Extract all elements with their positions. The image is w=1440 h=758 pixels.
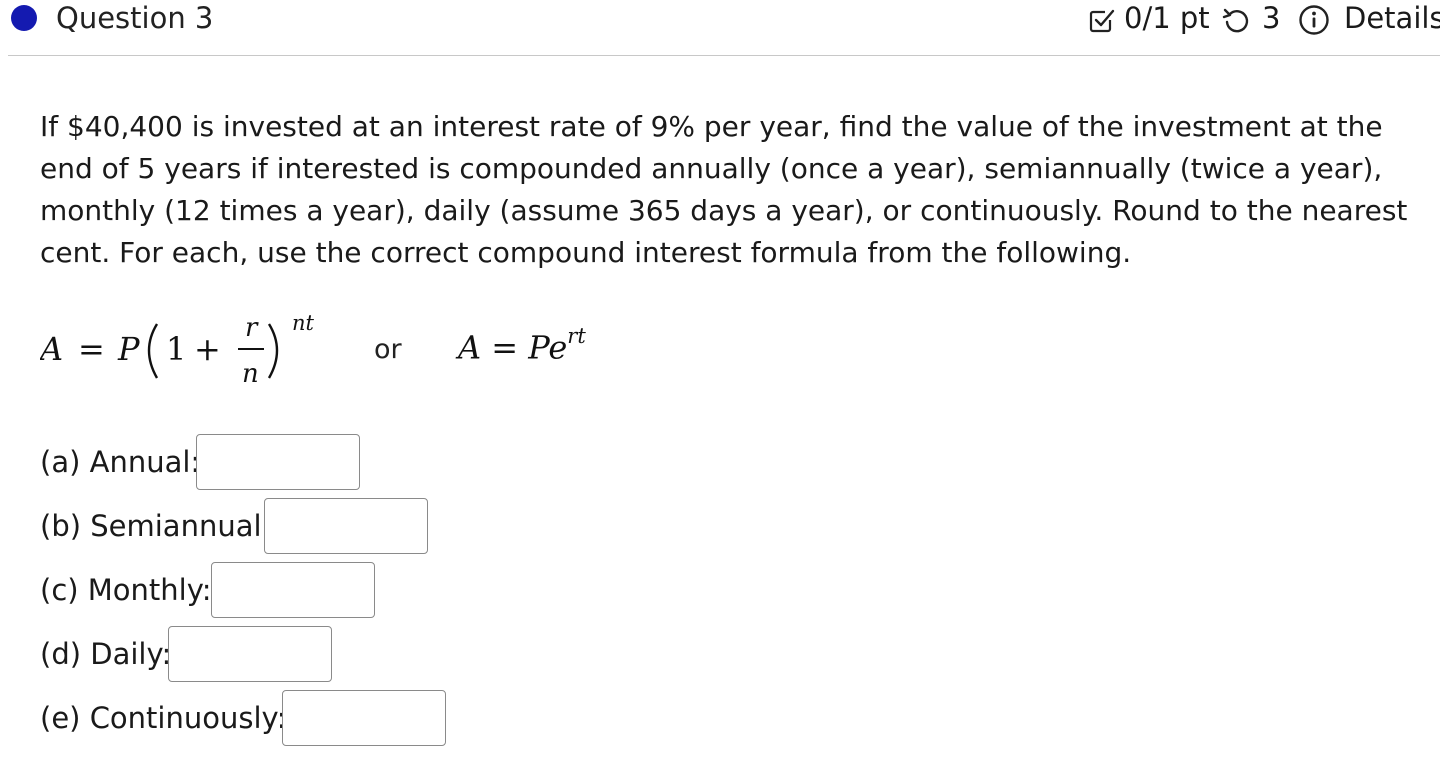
- formula-block: A = P 1 + r n nt or A = Pert: [40, 306, 660, 396]
- left-paren: [147, 323, 159, 379]
- formula2-base: Pe: [528, 328, 568, 367]
- formula-A: A: [40, 330, 63, 368]
- question-status-dot: [11, 5, 37, 31]
- formula-or: or: [374, 334, 402, 365]
- formula-one: 1: [166, 330, 186, 368]
- monthly-input[interactable]: [211, 562, 375, 618]
- formula2-exponent: rt: [567, 324, 586, 348]
- daily-input[interactable]: [168, 626, 332, 682]
- formula2-eq: =: [491, 328, 519, 367]
- info-icon[interactable]: [1298, 4, 1330, 36]
- formula-P: P: [117, 330, 140, 368]
- retry-count: 3: [1262, 1, 1281, 35]
- formula-eq: =: [78, 330, 105, 368]
- compound-interest-formula: A = P 1 + r n nt: [40, 311, 315, 389]
- question-text: If $40,400 is invested at an interest ra…: [40, 110, 1408, 269]
- annual-input[interactable]: [196, 434, 360, 490]
- question-title: Question 3: [56, 1, 214, 35]
- continuously-label: (e) Continuously:: [40, 701, 287, 735]
- score-checkbox-icon: [1089, 9, 1115, 33]
- formula-plus: +: [194, 330, 221, 368]
- annual-label: (a) Annual:: [40, 445, 201, 479]
- formula-denominator: n: [242, 359, 259, 389]
- header-divider: [8, 55, 1440, 56]
- retry-icon: [1222, 8, 1249, 33]
- semiannual-input[interactable]: [264, 498, 428, 554]
- continuously-input[interactable]: [282, 690, 446, 746]
- continuous-formula: A = Pert: [458, 324, 586, 367]
- semiannual-label: (b) Semiannual:: [40, 509, 272, 543]
- daily-label: (d) Daily:: [40, 637, 172, 671]
- formula-exponent: nt: [292, 311, 315, 335]
- right-paren: [267, 323, 279, 379]
- question-header: Question 3 0/1 pt 3 Details: [0, 0, 1440, 56]
- formula2-A: A: [458, 328, 482, 367]
- details-link[interactable]: Details: [1344, 0, 1440, 36]
- score-text: 0/1 pt: [1124, 1, 1210, 35]
- monthly-label: (c) Monthly:: [40, 573, 212, 607]
- formula-numerator: r: [245, 313, 259, 343]
